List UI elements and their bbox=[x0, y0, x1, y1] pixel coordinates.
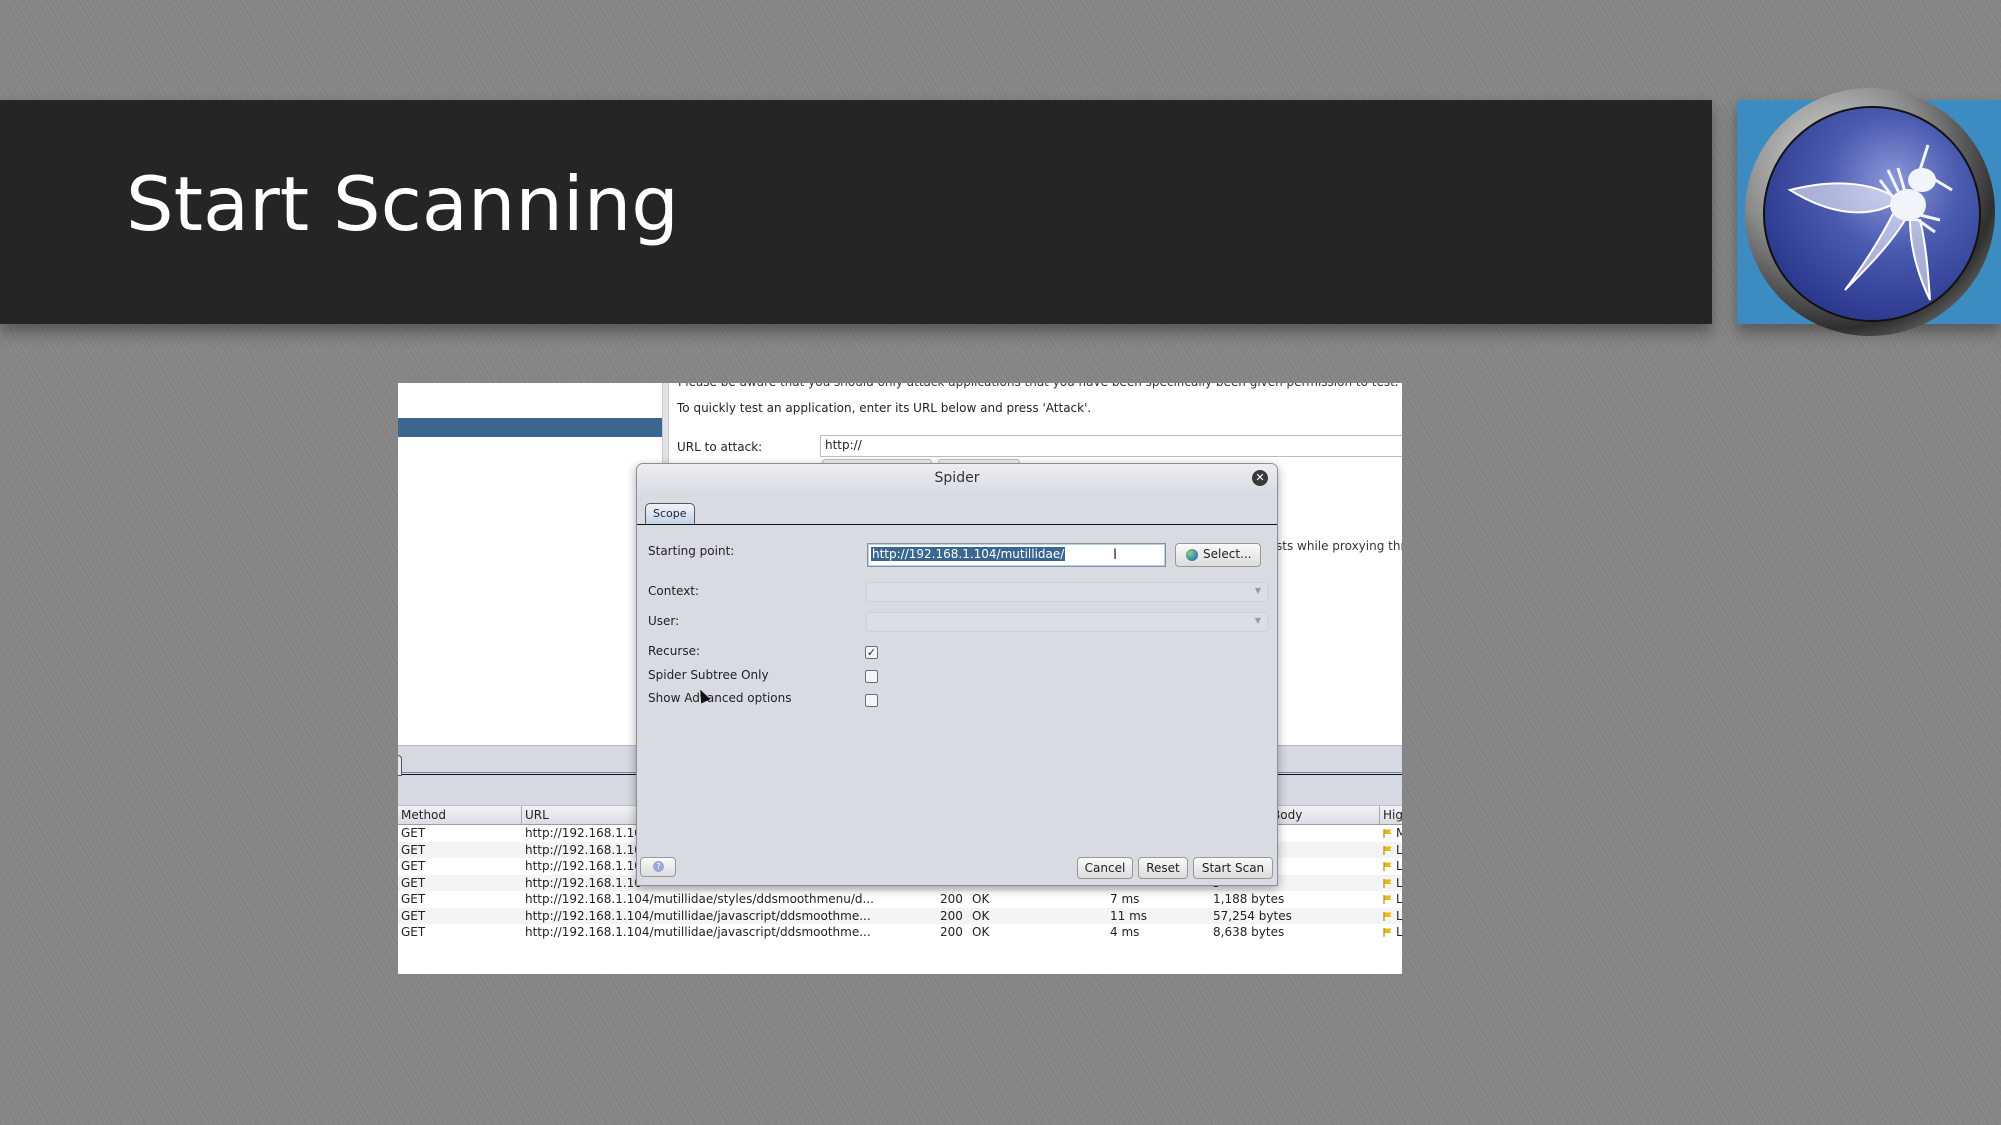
user-select[interactable]: ▼ bbox=[866, 612, 1268, 632]
reset-button[interactable]: Reset bbox=[1138, 857, 1188, 879]
alert-cell: L bbox=[1396, 908, 1402, 923]
starting-point-value: http://192.168.1.104/mutillidae/ bbox=[871, 547, 1066, 561]
flag-icon bbox=[1383, 877, 1393, 888]
url-cell: http://192.168.1.104/mutillidae/styles/d… bbox=[525, 892, 874, 906]
url-cell: http://192.168.1.104/mutillidae/javascri… bbox=[525, 925, 871, 939]
column-separator[interactable] bbox=[521, 806, 522, 824]
starting-point-label: Starting point: bbox=[648, 544, 735, 558]
url-to-attack-input[interactable]: http:// bbox=[820, 435, 1402, 457]
flag-icon bbox=[1383, 893, 1393, 904]
size-cell: 1,188 bytes bbox=[1213, 892, 1285, 906]
url-to-attack-label: URL to attack: bbox=[677, 440, 763, 454]
rtt-cell: 7 ms bbox=[1110, 892, 1140, 906]
context-select[interactable]: ▼ bbox=[866, 582, 1268, 602]
url-cell: http://192.168.1.10 bbox=[525, 859, 642, 873]
rtt-cell: 11 ms bbox=[1110, 908, 1148, 923]
url-cell: http://192.168.1.10 bbox=[525, 875, 642, 890]
table-row[interactable]: GET http://192.168.1.104/mutillidae/javas… bbox=[398, 924, 1402, 940]
user-label: User: bbox=[648, 614, 680, 628]
alert-cell: L bbox=[1396, 892, 1402, 906]
context-label: Context: bbox=[648, 584, 700, 598]
flag-icon bbox=[1383, 844, 1393, 855]
help-icon: ? bbox=[653, 861, 664, 872]
cancel-button[interactable]: Cancel bbox=[1077, 857, 1133, 879]
reason-cell: OK bbox=[972, 925, 990, 939]
alert-cell: L bbox=[1396, 842, 1402, 857]
recurse-label: Recurse: bbox=[648, 644, 700, 658]
column-url[interactable]: URL bbox=[525, 808, 549, 822]
alert-cell: L bbox=[1396, 859, 1402, 873]
subtree-only-checkbox[interactable] bbox=[865, 670, 878, 683]
table-row[interactable]: GET http://192.168.1.104/mutillidae/javas… bbox=[398, 907, 1402, 924]
quick-start-info: To quickly test an application, enter it… bbox=[677, 401, 1092, 415]
start-scan-button[interactable]: Start Scan bbox=[1193, 857, 1273, 879]
slide-title: Start Scanning bbox=[126, 160, 679, 248]
method-cell: GET bbox=[401, 925, 426, 939]
reason-cell: OK bbox=[972, 908, 990, 923]
method-cell: GET bbox=[401, 875, 426, 890]
alert-cell: M bbox=[1396, 826, 1402, 840]
chevron-down-icon: ▼ bbox=[1254, 616, 1261, 625]
flag-icon bbox=[1383, 827, 1393, 838]
status-code-cell: 200 bbox=[940, 925, 963, 939]
url-cell: http://192.168.1.10 bbox=[525, 826, 642, 840]
spider-dialog: Spider ✕ Scope Starting point: http://19… bbox=[636, 463, 1278, 886]
column-method[interactable]: Method bbox=[401, 808, 446, 822]
flag-icon bbox=[1383, 926, 1393, 937]
url-cell: http://192.168.1.10 bbox=[525, 842, 642, 857]
method-cell: GET bbox=[401, 842, 426, 857]
quick-start-proxy-text: sts while proxying thro bbox=[1276, 539, 1402, 553]
text-cursor-icon: I bbox=[1113, 547, 1118, 563]
advanced-options-checkbox[interactable] bbox=[865, 694, 878, 707]
close-icon[interactable]: ✕ bbox=[1252, 470, 1268, 486]
reason-cell: OK bbox=[972, 892, 990, 906]
status-code-cell: 200 bbox=[940, 908, 963, 923]
bottom-tab[interactable] bbox=[398, 755, 402, 776]
help-button[interactable]: ? bbox=[640, 857, 676, 877]
recurse-checkbox[interactable]: ✓ bbox=[865, 646, 878, 659]
flag-icon bbox=[1383, 910, 1393, 921]
dialog-title: Spider bbox=[934, 470, 980, 486]
column-highest-alert[interactable]: Hig bbox=[1383, 808, 1402, 822]
tab-scope[interactable]: Scope bbox=[645, 503, 695, 524]
column-separator[interactable] bbox=[1379, 806, 1380, 824]
rtt-cell: 4 ms bbox=[1110, 925, 1140, 939]
advanced-options-label: Show Advanced options bbox=[648, 691, 792, 705]
sites-tree-panel bbox=[398, 383, 662, 743]
starting-point-input[interactable]: http://192.168.1.104/mutillidae/ I bbox=[867, 543, 1166, 567]
tab-underline bbox=[637, 524, 1277, 525]
flag-icon bbox=[1383, 860, 1393, 871]
select-button-label: Select... bbox=[1203, 547, 1252, 561]
sites-tree-selected-node[interactable] bbox=[398, 418, 662, 437]
chevron-down-icon: ▼ bbox=[1254, 586, 1261, 595]
alert-cell: L bbox=[1396, 925, 1402, 939]
quick-start-warning: Please be aware that you should only att… bbox=[678, 383, 1399, 389]
globe-icon bbox=[1186, 549, 1198, 561]
url-to-attack-value: http:// bbox=[825, 438, 862, 452]
method-cell: GET bbox=[401, 859, 426, 873]
wasp-icon bbox=[1787, 144, 1953, 301]
method-cell: GET bbox=[401, 826, 426, 840]
subtree-only-label: Spider Subtree Only bbox=[648, 668, 769, 682]
url-cell: http://192.168.1.104/mutillidae/javascri… bbox=[525, 908, 871, 923]
method-cell: GET bbox=[401, 908, 426, 923]
tab-scope-label: Scope bbox=[653, 507, 687, 520]
size-cell: 57,254 bytes bbox=[1213, 908, 1292, 923]
status-code-cell: 200 bbox=[940, 892, 963, 906]
select-button[interactable]: Select... bbox=[1175, 543, 1261, 567]
table-row[interactable]: GET http://192.168.1.104/mutillidae/style… bbox=[398, 891, 1402, 907]
size-cell: 8,638 bytes bbox=[1213, 925, 1285, 939]
alert-cell: L bbox=[1396, 875, 1402, 890]
method-cell: GET bbox=[401, 892, 426, 906]
